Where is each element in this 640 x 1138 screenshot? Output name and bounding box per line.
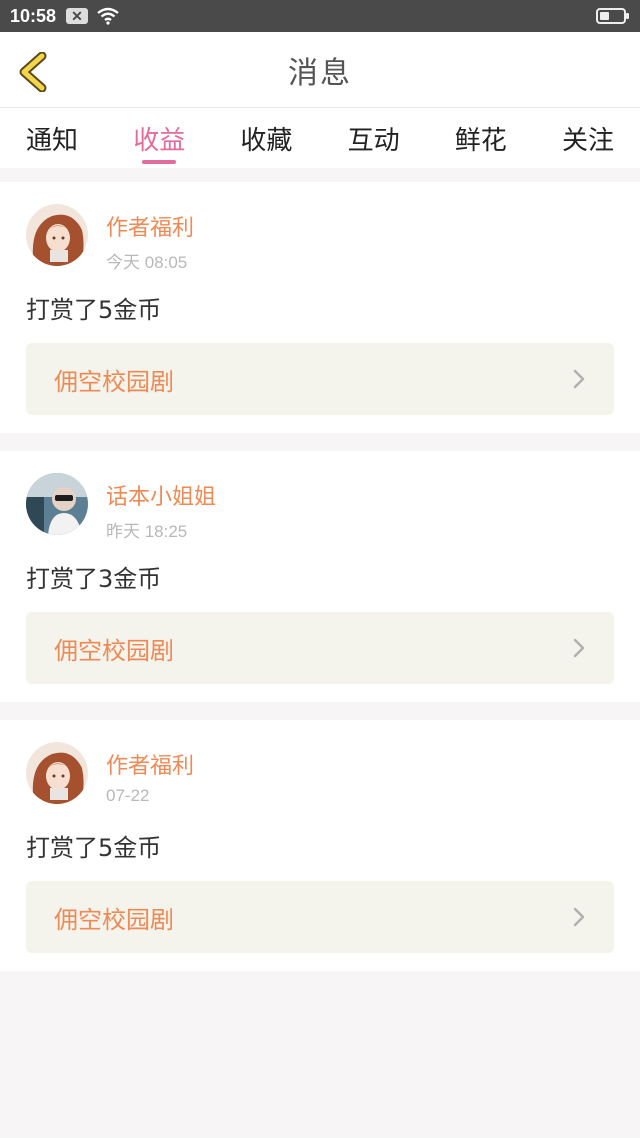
- message-card: 话本小姐姐 昨天 18:25 打赏了3金币 佣空校园剧: [0, 451, 640, 702]
- wifi-icon: [96, 7, 120, 25]
- message-time: 今天 08:05: [106, 253, 188, 272]
- tab-follows[interactable]: 关注: [562, 108, 614, 168]
- chevron-right-icon: [572, 637, 586, 659]
- status-bar: 10:58 ✕: [0, 0, 640, 32]
- work-title: 佣空校园剧: [54, 636, 174, 665]
- page-title: 消息: [288, 55, 352, 91]
- message-list: 作者福利 今天 08:05 打赏了5金币 佣空校园剧 话本小姐姐 昨天 18:2…: [0, 168, 640, 971]
- tab-flowers[interactable]: 鲜花: [455, 108, 507, 168]
- tab-favorites[interactable]: 收藏: [240, 108, 292, 168]
- message-time: 昨天 18:25: [106, 522, 188, 541]
- work-title: 佣空校园剧: [54, 905, 174, 934]
- header: 消息: [0, 32, 640, 108]
- tab-interactions[interactable]: 互动: [348, 108, 400, 168]
- message-card: 作者福利 07-22 打赏了5金币 佣空校园剧: [0, 720, 640, 971]
- message-card: 作者福利 今天 08:05 打赏了5金币 佣空校园剧: [0, 182, 640, 433]
- work-link[interactable]: 佣空校园剧: [26, 881, 614, 953]
- message-text: 打赏了5金币: [26, 296, 162, 324]
- work-link[interactable]: 佣空校园剧: [26, 612, 614, 684]
- battery-icon: [596, 8, 629, 24]
- chevron-left-icon[interactable]: [16, 51, 52, 93]
- message-time: 07-22: [106, 786, 150, 805]
- avatar[interactable]: [26, 473, 88, 535]
- work-link[interactable]: 佣空校园剧: [26, 343, 614, 415]
- chevron-right-icon: [572, 906, 586, 928]
- author-name[interactable]: 作者福利: [106, 210, 194, 242]
- x-icon: ✕: [66, 8, 89, 24]
- chevron-right-icon: [572, 368, 586, 390]
- message-text: 打赏了3金币: [26, 565, 162, 593]
- message-text: 打赏了5金币: [26, 834, 162, 862]
- tab-notifications[interactable]: 通知: [26, 108, 78, 168]
- avatar[interactable]: [26, 204, 88, 266]
- tab-bar: 通知 收益 收藏 互动 鲜花 关注: [0, 108, 640, 168]
- author-name[interactable]: 话本小姐姐: [106, 479, 216, 511]
- avatar[interactable]: [26, 742, 88, 804]
- tab-earnings[interactable]: 收益: [133, 108, 185, 168]
- work-title: 佣空校园剧: [54, 367, 174, 396]
- author-name[interactable]: 作者福利: [106, 748, 194, 780]
- status-time: 10:58: [10, 5, 57, 26]
